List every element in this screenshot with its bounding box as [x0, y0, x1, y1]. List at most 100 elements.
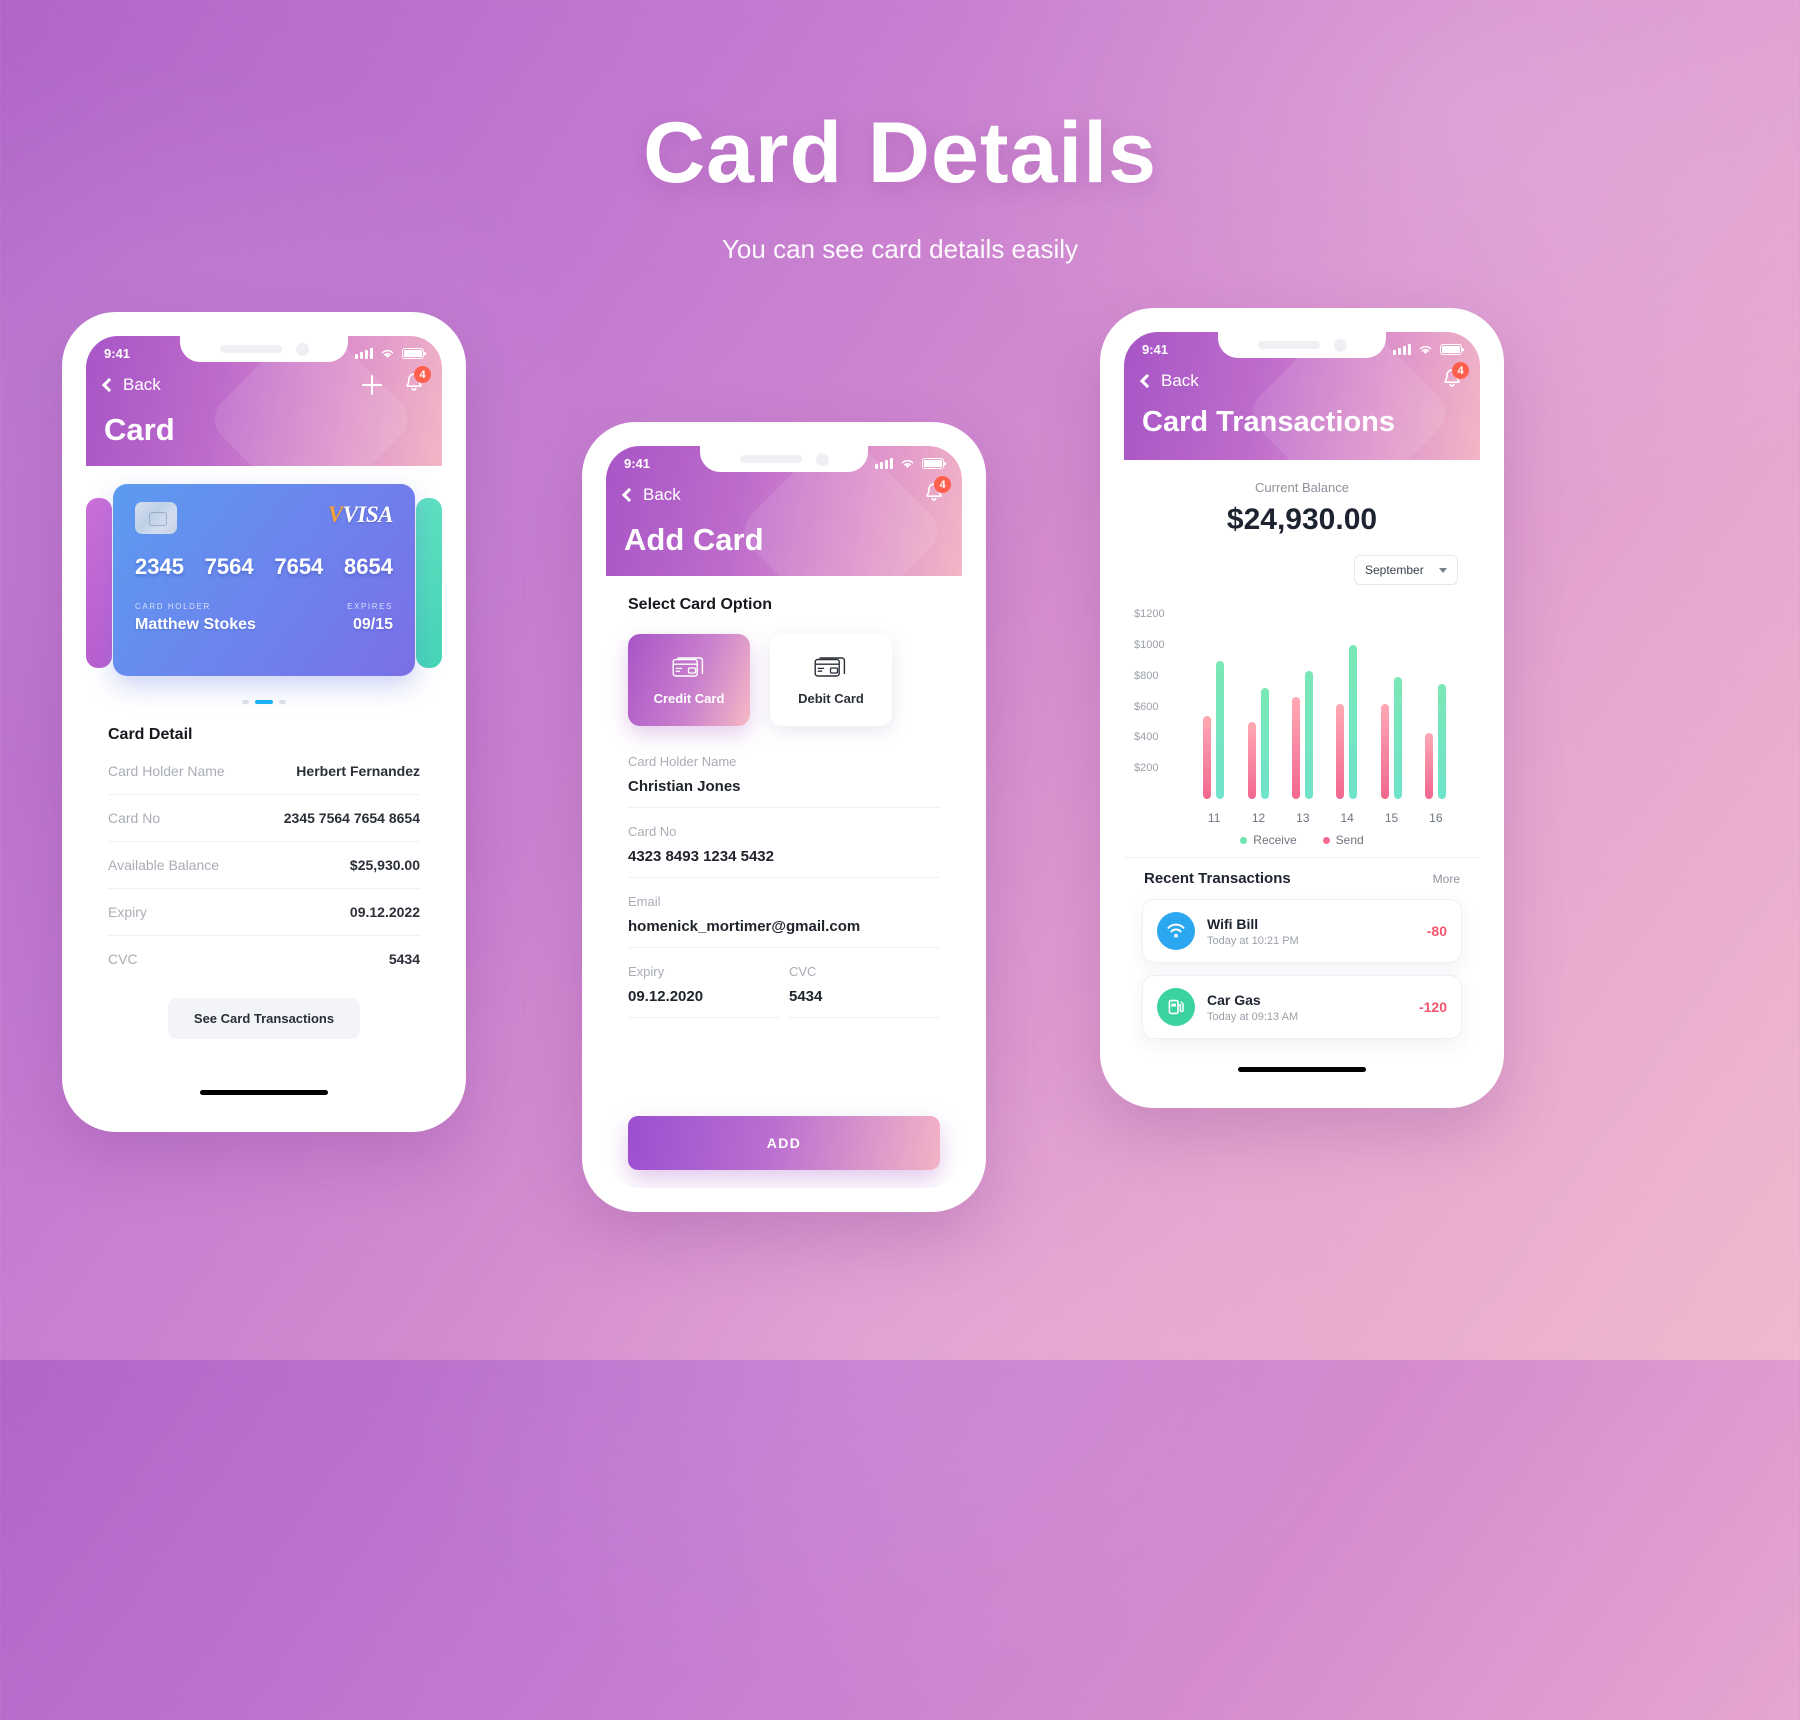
- month-select[interactable]: September: [1354, 555, 1458, 585]
- chart-x-tick: 16: [1429, 811, 1443, 825]
- row-label: Available Balance: [108, 857, 220, 873]
- wifi-icon: [901, 459, 914, 468]
- field-value: 5434: [789, 988, 823, 1005]
- back-button[interactable]: Back: [621, 485, 681, 505]
- row-label: Card Holder Name: [108, 763, 225, 779]
- chart-bar-receive: [1260, 688, 1269, 799]
- card-holder-label: CARD HOLDER: [135, 602, 211, 611]
- legend-item-receive: Receive: [1240, 833, 1297, 847]
- chart-bar-send: [1380, 703, 1389, 799]
- card-carousel[interactable]: VVISAVISA 2345 7564 7654 8654 CARD HOLDE…: [86, 484, 442, 684]
- add-button[interactable]: ADD: [628, 1116, 940, 1170]
- visa-card-top: VVISAVISA: [135, 502, 394, 534]
- row-label: Card No: [108, 810, 161, 826]
- see-card-transactions-button[interactable]: See Card Transactions: [167, 998, 361, 1039]
- carousel-dots[interactable]: [86, 700, 442, 704]
- chart-y-tick: $1200: [1134, 608, 1165, 621]
- email-field[interactable]: Email homenick_mortimer@gmail.com: [628, 878, 940, 948]
- field-label: Card Holder Name: [628, 754, 737, 769]
- cvc-field[interactable]: CVC 5434: [789, 948, 940, 1018]
- screen-card-transactions: 9:41 Back 4 Card Transactions Current Ba…: [1124, 332, 1480, 1084]
- row-value: $25,930.00: [349, 857, 420, 873]
- option-label: Debit Card: [798, 690, 864, 706]
- back-label: Back: [643, 485, 681, 504]
- wifi-icon: [381, 349, 394, 358]
- notification-badge: 4: [1452, 362, 1469, 379]
- card-expires-label: EXPIRES: [347, 602, 393, 611]
- visa-card-footer: CARD HOLDER Matthew Stokes EXPIRES 09/15: [135, 602, 393, 634]
- list-item[interactable]: Car Gas Today at 09:13 AM -120: [1142, 975, 1462, 1039]
- card-number-group: 7564: [204, 554, 254, 579]
- row-value: Herbert Fernandez: [296, 763, 420, 779]
- chevron-left-icon: [101, 377, 117, 393]
- nav-row: Back 4: [621, 476, 951, 508]
- visa-card-number: 2345 7564 7654 8654: [135, 554, 393, 580]
- chart-bar-group: [1203, 660, 1225, 799]
- chart-bar-send: [1247, 722, 1256, 799]
- add-card-form: Card Holder Name Christian Jones Card No…: [628, 738, 940, 1018]
- carousel-dot[interactable]: [242, 700, 249, 704]
- legend-label: Send: [1335, 833, 1364, 847]
- legend-label: Receive: [1253, 833, 1297, 847]
- expiry-field[interactable]: Expiry 09.12.2020: [628, 948, 779, 1018]
- page-header: Card Details You can see card details ea…: [0, 108, 1800, 265]
- phone-card-screen: 9:41 Back 4 Card VVISA 2345 7564 7654 86…: [62, 312, 466, 1132]
- status-indicators: [355, 348, 424, 360]
- chart-legend: Receive Send: [1124, 833, 1480, 847]
- chart-bar-send: [1336, 703, 1345, 799]
- back-button[interactable]: Back: [1139, 371, 1199, 391]
- notch: [700, 446, 868, 472]
- table-row: Card No 2345 7564 7654 8654: [108, 795, 420, 842]
- card-next-preview[interactable]: [416, 498, 442, 668]
- chart-bar-receive: [1437, 683, 1446, 799]
- card-number-group: 2345: [135, 554, 184, 579]
- card-prev-preview[interactable]: [86, 498, 112, 668]
- card-holder-block: CARD HOLDER Matthew Stokes: [135, 602, 256, 634]
- more-link[interactable]: More: [1433, 872, 1460, 886]
- visa-card[interactable]: VVISAVISA 2345 7564 7654 8654 CARD HOLDE…: [113, 484, 415, 676]
- chart-bar-group: [1291, 671, 1313, 799]
- chart-bar-group: [1247, 688, 1269, 799]
- wifi-icon: [1157, 912, 1195, 950]
- row-label: Expiry: [108, 904, 147, 920]
- card-detail-section: Card Detail Card Holder Name Herbert Fer…: [86, 726, 442, 1039]
- phone-card-transactions-screen: 9:41 Back 4 Card Transactions Current Ba…: [1100, 308, 1504, 1108]
- field-value: 09.12.2020: [628, 988, 704, 1005]
- carousel-dot-active[interactable]: [255, 700, 273, 704]
- status-indicators: [875, 458, 944, 470]
- transaction-time: Today at 09:13 AM: [1207, 1010, 1299, 1023]
- card-expires-value: 09/15: [352, 616, 393, 633]
- current-balance-value: $24,930.00: [1226, 503, 1378, 536]
- card-holder-value: Matthew Stokes: [135, 616, 256, 633]
- back-button[interactable]: Back: [101, 375, 161, 395]
- home-indicator: [200, 1090, 328, 1095]
- signal-icon: [355, 348, 373, 359]
- screen-add-card: 9:41 Back 4 Add Card Select Card Option …: [606, 446, 962, 1188]
- card-no-field[interactable]: Card No 4323 8493 1234 5432: [628, 808, 940, 878]
- notifications-button[interactable]: 4: [924, 476, 951, 508]
- wifi-icon: [1419, 345, 1432, 354]
- camera-icon: [295, 342, 309, 356]
- chart-y-tick: $400: [1134, 731, 1159, 744]
- home-indicator: [1238, 1067, 1366, 1072]
- option-debit-card[interactable]: Debit Card: [770, 634, 892, 726]
- back-label: Back: [1161, 371, 1199, 390]
- chart-x-tick: 14: [1340, 811, 1354, 825]
- chart-bar-receive: [1393, 677, 1402, 799]
- nav-row: Back 4: [1139, 362, 1469, 394]
- carousel-dot[interactable]: [279, 700, 286, 704]
- list-item[interactable]: Wifi Bill Today at 10:21 PM -80: [1142, 899, 1462, 963]
- battery-icon: [402, 348, 424, 359]
- recent-transactions-header: Recent Transactions More: [1124, 857, 1480, 887]
- option-credit-card[interactable]: Credit Card: [628, 634, 750, 726]
- current-balance-label: Current Balance: [1255, 480, 1349, 495]
- status-time: 9:41: [1142, 342, 1169, 357]
- transaction-name: Car Gas: [1207, 991, 1261, 1008]
- plus-icon[interactable]: [362, 375, 382, 395]
- notifications-button[interactable]: 4: [1442, 362, 1469, 394]
- transaction-amount: -120: [1418, 999, 1447, 1015]
- notifications-button[interactable]: 4: [404, 366, 431, 398]
- card-holder-name-field[interactable]: Card Holder Name Christian Jones: [628, 738, 940, 808]
- chart-bar-send: [1203, 715, 1212, 799]
- status-time: 9:41: [104, 346, 131, 361]
